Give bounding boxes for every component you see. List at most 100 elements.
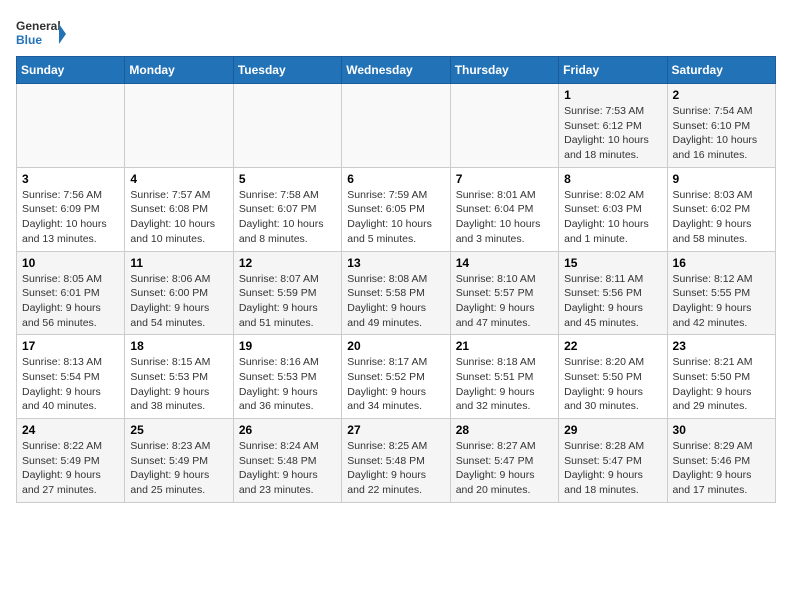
day-detail: Sunrise: 8:21 AMSunset: 5:50 PMDaylight:… — [673, 356, 753, 412]
day-detail: Sunrise: 8:11 AMSunset: 5:56 PMDaylight:… — [564, 273, 643, 329]
day-detail: Sunrise: 8:07 AMSunset: 5:59 PMDaylight:… — [239, 273, 319, 329]
day-detail: Sunrise: 8:13 AMSunset: 5:54 PMDaylight:… — [22, 356, 102, 412]
day-number: 10 — [22, 256, 119, 270]
day-number: 14 — [456, 256, 553, 270]
calendar-cell: 28 Sunrise: 8:27 AMSunset: 5:47 PMDaylig… — [450, 419, 558, 503]
day-detail: Sunrise: 8:20 AMSunset: 5:50 PMDaylight:… — [564, 356, 644, 412]
calendar-cell: 2 Sunrise: 7:54 AMSunset: 6:10 PMDayligh… — [667, 84, 775, 168]
day-number: 26 — [239, 423, 336, 437]
day-detail: Sunrise: 8:10 AMSunset: 5:57 PMDaylight:… — [456, 273, 536, 329]
calendar-cell: 6 Sunrise: 7:59 AMSunset: 6:05 PMDayligh… — [342, 167, 450, 251]
day-number: 11 — [130, 256, 227, 270]
day-number: 21 — [456, 339, 553, 353]
header-day: Monday — [125, 57, 233, 84]
calendar: SundayMondayTuesdayWednesdayThursdayFrid… — [16, 56, 776, 503]
day-detail: Sunrise: 8:16 AMSunset: 5:53 PMDaylight:… — [239, 356, 319, 412]
calendar-cell — [450, 84, 558, 168]
calendar-cell: 1 Sunrise: 7:53 AMSunset: 6:12 PMDayligh… — [559, 84, 667, 168]
day-number: 4 — [130, 172, 227, 186]
calendar-cell: 12 Sunrise: 8:07 AMSunset: 5:59 PMDaylig… — [233, 251, 341, 335]
calendar-cell: 18 Sunrise: 8:15 AMSunset: 5:53 PMDaylig… — [125, 335, 233, 419]
calendar-cell — [125, 84, 233, 168]
calendar-cell: 9 Sunrise: 8:03 AMSunset: 6:02 PMDayligh… — [667, 167, 775, 251]
day-detail: Sunrise: 7:59 AMSunset: 6:05 PMDaylight:… — [347, 189, 432, 245]
calendar-cell: 25 Sunrise: 8:23 AMSunset: 5:49 PMDaylig… — [125, 419, 233, 503]
day-number: 28 — [456, 423, 553, 437]
header-day: Wednesday — [342, 57, 450, 84]
calendar-cell: 21 Sunrise: 8:18 AMSunset: 5:51 PMDaylig… — [450, 335, 558, 419]
day-number: 12 — [239, 256, 336, 270]
day-detail: Sunrise: 7:58 AMSunset: 6:07 PMDaylight:… — [239, 189, 324, 245]
calendar-cell: 27 Sunrise: 8:25 AMSunset: 5:48 PMDaylig… — [342, 419, 450, 503]
day-number: 16 — [673, 256, 770, 270]
calendar-cell: 15 Sunrise: 8:11 AMSunset: 5:56 PMDaylig… — [559, 251, 667, 335]
day-number: 13 — [347, 256, 444, 270]
day-number: 1 — [564, 88, 661, 102]
day-detail: Sunrise: 8:02 AMSunset: 6:03 PMDaylight:… — [564, 189, 649, 245]
calendar-cell: 16 Sunrise: 8:12 AMSunset: 5:55 PMDaylig… — [667, 251, 775, 335]
day-number: 9 — [673, 172, 770, 186]
day-number: 6 — [347, 172, 444, 186]
calendar-cell — [342, 84, 450, 168]
day-detail: Sunrise: 8:23 AMSunset: 5:49 PMDaylight:… — [130, 440, 210, 496]
day-number: 3 — [22, 172, 119, 186]
day-detail: Sunrise: 8:22 AMSunset: 5:49 PMDaylight:… — [22, 440, 102, 496]
day-detail: Sunrise: 8:15 AMSunset: 5:53 PMDaylight:… — [130, 356, 210, 412]
calendar-cell: 4 Sunrise: 7:57 AMSunset: 6:08 PMDayligh… — [125, 167, 233, 251]
day-detail: Sunrise: 8:08 AMSunset: 5:58 PMDaylight:… — [347, 273, 427, 329]
calendar-cell: 5 Sunrise: 7:58 AMSunset: 6:07 PMDayligh… — [233, 167, 341, 251]
day-detail: Sunrise: 7:53 AMSunset: 6:12 PMDaylight:… — [564, 105, 649, 161]
day-detail: Sunrise: 8:24 AMSunset: 5:48 PMDaylight:… — [239, 440, 319, 496]
day-detail: Sunrise: 8:06 AMSunset: 6:00 PMDaylight:… — [130, 273, 210, 329]
header-day: Saturday — [667, 57, 775, 84]
calendar-cell: 23 Sunrise: 8:21 AMSunset: 5:50 PMDaylig… — [667, 335, 775, 419]
day-detail: Sunrise: 8:25 AMSunset: 5:48 PMDaylight:… — [347, 440, 427, 496]
day-number: 25 — [130, 423, 227, 437]
calendar-cell: 19 Sunrise: 8:16 AMSunset: 5:53 PMDaylig… — [233, 335, 341, 419]
header-day: Sunday — [17, 57, 125, 84]
calendar-cell: 22 Sunrise: 8:20 AMSunset: 5:50 PMDaylig… — [559, 335, 667, 419]
day-number: 27 — [347, 423, 444, 437]
calendar-cell: 26 Sunrise: 8:24 AMSunset: 5:48 PMDaylig… — [233, 419, 341, 503]
day-detail: Sunrise: 7:56 AMSunset: 6:09 PMDaylight:… — [22, 189, 107, 245]
calendar-cell: 10 Sunrise: 8:05 AMSunset: 6:01 PMDaylig… — [17, 251, 125, 335]
calendar-cell — [233, 84, 341, 168]
day-number: 29 — [564, 423, 661, 437]
calendar-cell: 17 Sunrise: 8:13 AMSunset: 5:54 PMDaylig… — [17, 335, 125, 419]
day-detail: Sunrise: 8:01 AMSunset: 6:04 PMDaylight:… — [456, 189, 541, 245]
day-detail: Sunrise: 7:57 AMSunset: 6:08 PMDaylight:… — [130, 189, 215, 245]
calendar-cell: 13 Sunrise: 8:08 AMSunset: 5:58 PMDaylig… — [342, 251, 450, 335]
day-detail: Sunrise: 8:29 AMSunset: 5:46 PMDaylight:… — [673, 440, 753, 496]
header-day: Friday — [559, 57, 667, 84]
day-number: 23 — [673, 339, 770, 353]
day-number: 22 — [564, 339, 661, 353]
day-number: 8 — [564, 172, 661, 186]
logo: General Blue — [16, 16, 66, 52]
day-detail: Sunrise: 8:03 AMSunset: 6:02 PMDaylight:… — [673, 189, 753, 245]
calendar-cell: 11 Sunrise: 8:06 AMSunset: 6:00 PMDaylig… — [125, 251, 233, 335]
header-day: Thursday — [450, 57, 558, 84]
day-detail: Sunrise: 7:54 AMSunset: 6:10 PMDaylight:… — [673, 105, 758, 161]
day-number: 30 — [673, 423, 770, 437]
day-number: 5 — [239, 172, 336, 186]
calendar-cell: 29 Sunrise: 8:28 AMSunset: 5:47 PMDaylig… — [559, 419, 667, 503]
day-number: 18 — [130, 339, 227, 353]
calendar-cell: 7 Sunrise: 8:01 AMSunset: 6:04 PMDayligh… — [450, 167, 558, 251]
day-number: 2 — [673, 88, 770, 102]
day-detail: Sunrise: 8:28 AMSunset: 5:47 PMDaylight:… — [564, 440, 644, 496]
calendar-cell: 14 Sunrise: 8:10 AMSunset: 5:57 PMDaylig… — [450, 251, 558, 335]
day-number: 15 — [564, 256, 661, 270]
calendar-cell — [17, 84, 125, 168]
day-detail: Sunrise: 8:18 AMSunset: 5:51 PMDaylight:… — [456, 356, 536, 412]
calendar-cell: 24 Sunrise: 8:22 AMSunset: 5:49 PMDaylig… — [17, 419, 125, 503]
day-detail: Sunrise: 8:17 AMSunset: 5:52 PMDaylight:… — [347, 356, 427, 412]
svg-text:Blue: Blue — [16, 33, 42, 47]
day-number: 24 — [22, 423, 119, 437]
day-number: 20 — [347, 339, 444, 353]
svg-text:General: General — [16, 19, 61, 33]
calendar-cell: 3 Sunrise: 7:56 AMSunset: 6:09 PMDayligh… — [17, 167, 125, 251]
day-number: 17 — [22, 339, 119, 353]
calendar-cell: 30 Sunrise: 8:29 AMSunset: 5:46 PMDaylig… — [667, 419, 775, 503]
day-number: 7 — [456, 172, 553, 186]
header-day: Tuesday — [233, 57, 341, 84]
